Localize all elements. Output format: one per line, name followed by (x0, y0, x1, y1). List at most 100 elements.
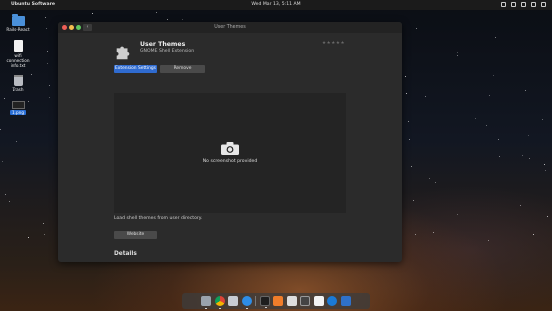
star (544, 170, 546, 172)
remove-button[interactable]: Remove (160, 65, 205, 73)
terminal-icon[interactable] (259, 296, 270, 308)
desktop-image-file[interactable]: 1.png (3, 101, 33, 115)
tray-icon[interactable] (501, 2, 506, 7)
desktop-icon-label: wifi connection info.txt (6, 53, 30, 68)
star (456, 214, 458, 216)
dock (182, 293, 370, 309)
star (0, 128, 2, 130)
top-bar: Ubuntu Software Wed Mar 13, 5:11 AM (0, 0, 552, 10)
star (527, 135, 529, 137)
text-file-icon (13, 40, 23, 52)
star (91, 12, 93, 14)
finder-icon[interactable] (201, 296, 212, 309)
extension-settings-button[interactable]: Extension Settings (114, 65, 157, 73)
star (407, 121, 409, 123)
star (412, 199, 414, 201)
safari-icon[interactable] (327, 296, 338, 306)
star (456, 54, 458, 56)
trash-icon (13, 75, 23, 86)
notes-icon[interactable] (273, 296, 284, 306)
camera-icon (221, 142, 239, 155)
window-titlebar[interactable]: ‹ User Themes (58, 22, 402, 33)
star (486, 124, 488, 126)
screenshot-area: No screenshot provided (114, 93, 346, 213)
star (520, 204, 522, 206)
chrome-icon[interactable] (214, 296, 225, 309)
star (456, 52, 458, 54)
software-window: ‹ User Themes User Themes GNOME Shell Ex… (58, 22, 402, 262)
rating-stars[interactable]: ★★★★★ (322, 41, 345, 46)
star (3, 98, 5, 100)
details-heading: Details (114, 251, 137, 257)
star (49, 96, 51, 98)
star (156, 12, 158, 13)
star (429, 178, 431, 180)
no-screenshot-label: No screenshot provided (202, 159, 258, 164)
star (181, 18, 183, 20)
website-button[interactable]: Website (114, 231, 157, 239)
star (416, 28, 418, 29)
star (406, 93, 408, 95)
star (528, 158, 530, 160)
star (43, 222, 45, 224)
star (544, 164, 546, 166)
music-icon[interactable] (313, 296, 324, 306)
star (425, 96, 427, 98)
extension-type: GNOME Shell Extension (140, 49, 195, 54)
star (48, 85, 50, 87)
star (15, 140, 17, 142)
star (542, 118, 544, 120)
star (46, 51, 48, 53)
tray-icon[interactable] (521, 2, 526, 7)
star (27, 237, 29, 239)
star (525, 89, 527, 91)
star (498, 138, 500, 140)
desktop-trash[interactable]: Trash (3, 75, 33, 92)
extension-name: User Themes (140, 41, 186, 48)
star (167, 19, 169, 21)
window-title: User Themes (214, 25, 246, 30)
star (475, 117, 477, 119)
star (547, 215, 549, 217)
photos-icon[interactable] (286, 296, 297, 306)
writer-icon[interactable] (340, 296, 351, 306)
desktop-icon-label: 1.png (10, 110, 26, 115)
star (2, 160, 4, 162)
star (44, 17, 46, 19)
tray-icon[interactable] (541, 2, 546, 7)
star (411, 165, 413, 167)
system-tray (501, 2, 546, 8)
star (414, 233, 416, 235)
image-file-icon (11, 101, 25, 109)
screenshot-icon[interactable] (300, 296, 311, 306)
star (405, 76, 407, 77)
clock[interactable]: Wed Mar 13, 5:11 AM (0, 0, 552, 10)
star (532, 234, 534, 236)
star (47, 62, 49, 64)
desktop-file-wifi-info[interactable]: wifi connection info.txt (3, 40, 33, 68)
desktop-icon-label: Trash (12, 87, 24, 92)
extension-description: Load shell themes from user directory. (114, 216, 203, 221)
dock-separator (255, 296, 257, 306)
star (45, 28, 47, 30)
star (408, 138, 410, 140)
app-store-icon[interactable] (241, 296, 252, 309)
desktop-folder-rails-react[interactable]: Rails-React (3, 14, 33, 32)
star (488, 94, 490, 96)
star (4, 193, 6, 195)
star (495, 37, 497, 39)
star (487, 239, 489, 241)
star (43, 234, 45, 236)
star (433, 231, 435, 233)
star (9, 200, 11, 202)
star (492, 75, 494, 77)
star (499, 155, 501, 157)
desktop-icon-label: Rails-React (6, 27, 30, 32)
files-icon[interactable] (228, 296, 239, 306)
star (521, 154, 523, 156)
tray-icon[interactable] (511, 2, 516, 7)
folder-icon (11, 14, 25, 26)
tray-icon[interactable] (531, 2, 536, 7)
puzzle-piece-icon (116, 46, 130, 60)
star (434, 181, 436, 183)
